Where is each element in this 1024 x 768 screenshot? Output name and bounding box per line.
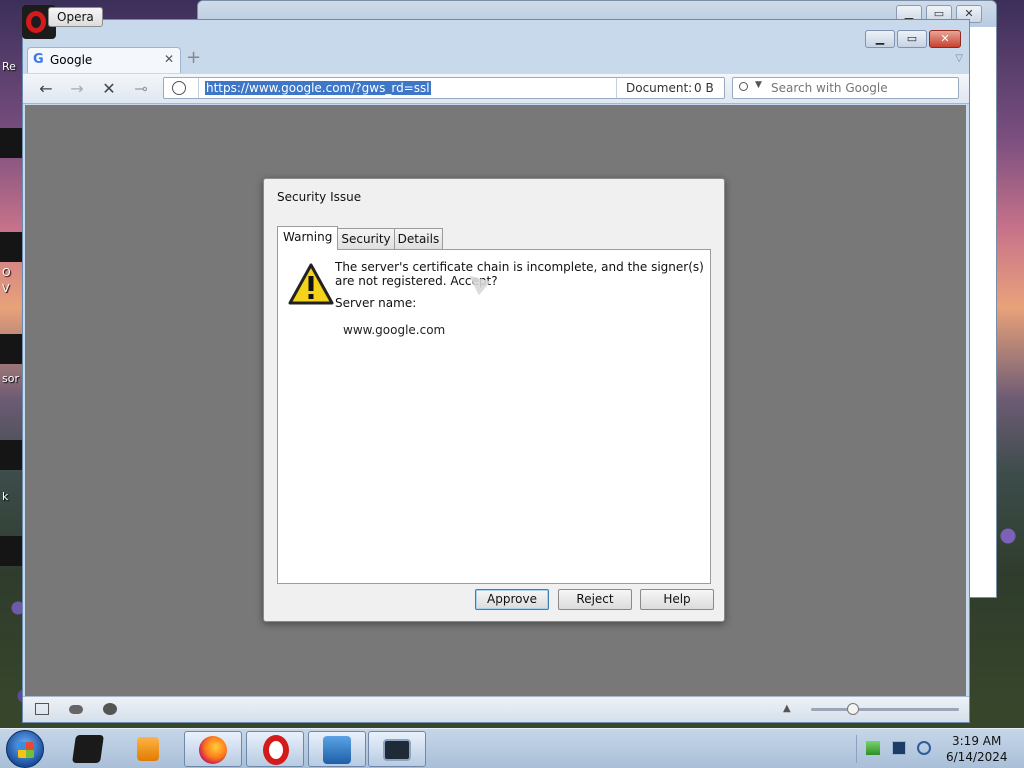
download-tray-icon[interactable] bbox=[866, 741, 880, 755]
zoom-slider[interactable] bbox=[811, 703, 959, 715]
desktop-icon-label: sor bbox=[2, 372, 19, 385]
search-input[interactable] bbox=[771, 79, 953, 97]
media-player-icon bbox=[137, 737, 159, 761]
search-icon[interactable] bbox=[739, 82, 748, 91]
desktop-icon-label: O bbox=[2, 266, 11, 279]
tab-menu-chevron-icon[interactable]: ▽ bbox=[955, 53, 963, 64]
search-engine-dropdown-icon[interactable]: ▼ bbox=[755, 80, 762, 90]
address-toolbar: ← → ✕ ⊸ https://www.google.com/?gws_rd=s… bbox=[23, 74, 969, 104]
divider bbox=[198, 78, 199, 98]
zoom-slider-handle[interactable] bbox=[847, 703, 859, 715]
window-controls: ▁ ▭ ✕ bbox=[865, 30, 961, 48]
desktop-icon-label: V bbox=[2, 282, 10, 295]
warning-triangle-icon bbox=[288, 263, 334, 305]
maximize-button[interactable]: ▭ bbox=[897, 30, 927, 48]
tab-close-icon[interactable]: ✕ bbox=[164, 52, 174, 66]
address-field[interactable]: https://www.google.com/?gws_rd=ssl Docum… bbox=[163, 77, 725, 99]
turbo-speedometer-icon[interactable] bbox=[103, 703, 117, 715]
taskbar-item-opera[interactable] bbox=[246, 731, 304, 767]
desktop-icon-fragment[interactable] bbox=[0, 334, 22, 364]
taskbar-item-file-manager[interactable] bbox=[308, 731, 366, 767]
taskbar-item-firefox[interactable] bbox=[184, 731, 242, 767]
document-size-label: Document: bbox=[626, 81, 693, 95]
server-name-value: www.google.com bbox=[343, 323, 446, 337]
status-bar: ▲ bbox=[23, 696, 969, 722]
opera-icon bbox=[263, 735, 289, 765]
stop-icon[interactable]: ✕ bbox=[98, 80, 120, 98]
opera-menu-button[interactable]: Opera bbox=[48, 7, 103, 27]
close-button[interactable]: ✕ bbox=[929, 30, 961, 48]
terminal-icon bbox=[72, 735, 104, 763]
minimize-button[interactable]: ▁ bbox=[865, 30, 895, 48]
desktop-icon-label: k bbox=[2, 490, 9, 503]
help-button[interactable]: Help bbox=[640, 589, 714, 610]
warning-message: The server's certificate chain is incomp… bbox=[335, 260, 704, 288]
key-icon[interactable]: ⊸ bbox=[130, 80, 152, 98]
volume-tray-icon[interactable] bbox=[917, 741, 931, 755]
windows-logo-icon bbox=[18, 742, 34, 758]
approve-button[interactable]: Approve bbox=[475, 589, 549, 610]
reject-button[interactable]: Reject bbox=[558, 589, 632, 610]
tab-security[interactable]: Security bbox=[337, 228, 395, 250]
warning-panel: The server's certificate chain is incomp… bbox=[277, 249, 711, 584]
background-window-sidebar bbox=[966, 27, 996, 597]
desktop-icon-label: Re bbox=[2, 60, 16, 73]
show-panel-up-icon[interactable]: ▲ bbox=[783, 703, 791, 714]
tab-title: Google bbox=[50, 53, 93, 67]
server-name-label: Server name: bbox=[335, 296, 417, 310]
dialog-title: Security Issue bbox=[277, 190, 362, 204]
google-favicon-icon: G bbox=[33, 52, 44, 67]
start-button[interactable] bbox=[6, 730, 44, 768]
tab-bar: G Google ✕ + ▽ bbox=[23, 45, 969, 73]
tab-google[interactable]: G Google ✕ bbox=[27, 47, 181, 73]
search-field[interactable]: ▼ bbox=[732, 77, 959, 99]
globe-icon[interactable] bbox=[172, 81, 186, 95]
dialog-tabs: Warning Security Details bbox=[277, 226, 444, 250]
clock-time[interactable]: 3:19 AM bbox=[952, 734, 1001, 748]
desktop-icon-fragment[interactable] bbox=[0, 440, 22, 470]
divider bbox=[856, 735, 857, 763]
taskbar: 3:19 AM 6/14/2024 bbox=[0, 728, 1024, 768]
monitor-icon bbox=[383, 739, 411, 761]
firefox-icon bbox=[199, 736, 227, 764]
opera-menu-badge[interactable]: Opera bbox=[22, 5, 103, 39]
back-arrow-icon[interactable]: ← bbox=[35, 80, 57, 98]
url-text[interactable]: https://www.google.com/?gws_rd=ssl bbox=[205, 81, 431, 95]
tab-details[interactable]: Details bbox=[393, 228, 444, 250]
taskbar-item-media-player[interactable] bbox=[120, 731, 178, 767]
tab-warning[interactable]: Warning bbox=[277, 226, 339, 250]
taskbar-item-terminal[interactable] bbox=[60, 731, 118, 767]
clock-date[interactable]: 6/14/2024 bbox=[946, 750, 1008, 764]
desktop-icon-fragment[interactable] bbox=[0, 232, 22, 262]
opera-unite-cloud-icon[interactable] bbox=[69, 705, 83, 714]
desktop-icon-fragment[interactable] bbox=[0, 128, 22, 158]
taskbar-item-monitor[interactable] bbox=[368, 731, 426, 767]
panel-toggle-icon[interactable] bbox=[35, 703, 49, 715]
network-tray-icon[interactable] bbox=[892, 741, 906, 755]
security-issue-dialog: Security Issue Warning Security Details … bbox=[263, 178, 725, 622]
document-size-value: 0 B bbox=[694, 81, 714, 95]
new-tab-icon[interactable]: + bbox=[186, 49, 201, 67]
forward-arrow-icon[interactable]: → bbox=[66, 80, 88, 98]
file-manager-icon bbox=[323, 736, 351, 764]
divider bbox=[616, 78, 617, 98]
